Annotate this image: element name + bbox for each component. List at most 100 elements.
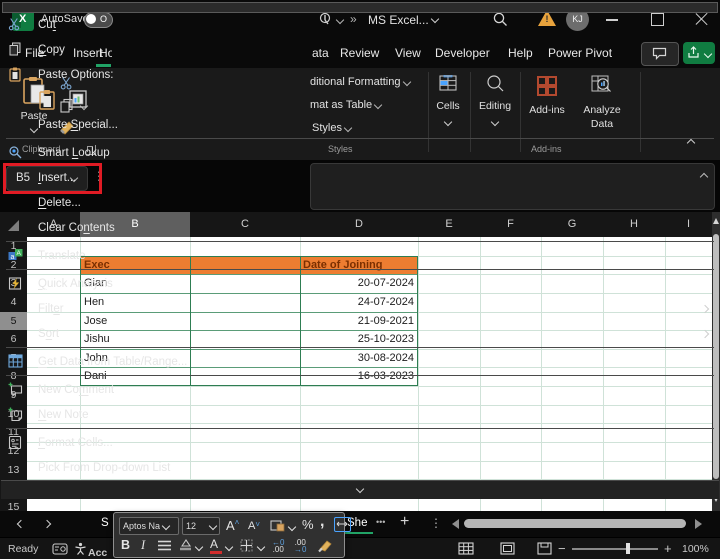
bold-button[interactable]: B — [121, 538, 130, 552]
menu-item-label: Delete... — [38, 197, 81, 209]
menu-item-label: Insert... — [38, 172, 76, 184]
zoom-level[interactable]: 100% — [682, 543, 709, 555]
brush-icon[interactable] — [318, 538, 334, 553]
hscroll-left-icon[interactable] — [452, 519, 459, 529]
menu-item-delete[interactable]: Delete... — [0, 190, 720, 215]
macro-record-icon[interactable] — [52, 543, 68, 555]
font-color-button[interactable]: A — [210, 537, 222, 554]
next-sheet-icon[interactable] — [43, 520, 51, 528]
menu-scroll-down-button[interactable] — [1, 480, 719, 499]
status-bar: Ready Acc − + 100% — [0, 537, 720, 559]
format-painter-mini-icon[interactable] — [270, 519, 285, 532]
normal-view-button[interactable] — [458, 542, 474, 555]
page-layout-view-button[interactable] — [500, 542, 515, 555]
menu-item-label: Quick Analysis — [38, 278, 113, 290]
font-name-select[interactable]: Aptos Na — [119, 517, 179, 535]
italic-button[interactable]: I — [141, 538, 145, 553]
zoom-out-button[interactable]: − — [558, 541, 566, 556]
menu-item-label: Pick From Drop-down List — [38, 462, 170, 474]
fill-color-button[interactable] — [178, 538, 193, 552]
submenu-arrow-icon — [702, 303, 708, 315]
format-cells-icon — [8, 435, 23, 450]
autofit-button[interactable] — [334, 517, 351, 532]
menu-item-paste-options[interactable]: Paste Options: — [0, 62, 720, 87]
menu-item-quick-analysis[interactable]: Quick Analysis — [0, 271, 720, 296]
clipboard-icon — [8, 67, 23, 82]
font-size-value: 12 — [186, 521, 196, 531]
paste-keep-source-button[interactable] — [38, 89, 58, 110]
new-sheet-button[interactable]: + — [400, 513, 409, 531]
menu-item-label: Paste Options: — [38, 69, 113, 81]
menu-item-label: Format Cells... — [38, 437, 113, 449]
excel-window: X AutoSave O » MS Excel... ! KJ FileInse… — [0, 0, 720, 559]
font-size-select[interactable]: 12 — [182, 517, 220, 535]
translate-icon: aA — [8, 248, 23, 263]
hscroll-right-icon[interactable] — [695, 519, 702, 529]
shrink-font-button[interactable]: A˅ — [248, 520, 260, 532]
menu-item-paste-special[interactable]: Paste Special... — [0, 112, 720, 137]
decrease-decimal-button[interactable]: .00→0 — [294, 539, 306, 553]
menu-item-sort[interactable]: Sort — [0, 321, 720, 346]
horizontal-scroll-thumb[interactable] — [464, 519, 686, 528]
sheet-tab-bar: S She ••• + ⋮ — [0, 511, 720, 537]
svg-text:A: A — [17, 250, 22, 257]
menu-item-label: Smart Lookup — [38, 147, 110, 159]
quick-analysis-icon — [8, 276, 23, 291]
menu-item-label: New Comment — [38, 384, 114, 396]
font-name-chevron-icon — [162, 522, 170, 530]
menu-item-label: Paste Special... — [38, 119, 118, 131]
font-color-chevron-icon[interactable] — [225, 543, 233, 551]
mini-toolbar: Aptos Na 12 A˄ A˅ % , B I A — [113, 512, 345, 558]
status-mode: Ready — [8, 543, 38, 555]
zoom-slider-thumb[interactable] — [626, 543, 630, 554]
accessibility-icon[interactable] — [74, 542, 87, 555]
menu-item-pick-from-drop-down-list[interactable]: Pick From Drop-down List — [0, 455, 720, 480]
prev-sheet-icon[interactable] — [17, 520, 25, 528]
zoom-slider-track[interactable] — [572, 548, 658, 550]
menu-item-label: New Note — [38, 409, 89, 421]
accessibility-label: Acc — [88, 543, 113, 559]
font-size-chevron-icon — [209, 522, 217, 530]
copy-icon — [8, 42, 23, 57]
grow-font-button[interactable]: A˄ — [226, 518, 239, 533]
menu-item-smart-lookup[interactable]: Smart Lookup — [0, 140, 720, 165]
font-name-value: Aptos Na — [123, 521, 160, 531]
menu-item-new-note[interactable]: New Note — [0, 402, 720, 427]
comma-style-button[interactable]: , — [320, 513, 324, 531]
menu-item-label: Get Data from Table/Range... — [38, 356, 187, 368]
paste-picture-button[interactable] — [68, 89, 88, 110]
menu-item-new-comment[interactable]: New Comment — [0, 377, 720, 402]
get-data-icon — [8, 354, 23, 369]
menu-item-filter[interactable]: Filter — [0, 296, 720, 321]
new-comment-icon — [8, 382, 23, 397]
menu-item-copy[interactable]: Copy — [0, 37, 720, 62]
menu-item-label: Filter — [38, 303, 64, 315]
menu-item-label: Clear Contents — [38, 222, 115, 234]
menu-item-label: Translate — [38, 250, 86, 262]
more-sheets-button[interactable]: ••• — [376, 517, 385, 527]
format-painter-chevron-icon[interactable] — [288, 523, 296, 531]
menu-item-format-cells[interactable]: Format Cells... — [0, 430, 720, 455]
borders-lines-icon[interactable] — [158, 540, 171, 551]
zoom-in-button[interactable]: + — [664, 541, 672, 556]
sheet-tab-fragment-left[interactable]: S — [101, 517, 109, 529]
new-note-icon — [8, 407, 23, 422]
page-break-view-button[interactable] — [537, 542, 552, 555]
borders-chevron-icon[interactable] — [257, 543, 265, 551]
smart-lookup-icon — [8, 145, 23, 160]
percent-style-button[interactable]: % — [302, 517, 314, 532]
active-sheet-underline — [345, 532, 373, 534]
fill-color-chevron-icon[interactable] — [195, 543, 203, 551]
tabbar-options-icon[interactable]: ⋮ — [430, 516, 442, 530]
menu-item-clear-contents[interactable]: Clear Contents — [0, 215, 720, 240]
svg-text:a: a — [11, 254, 15, 261]
menu-item-insert[interactable]: Insert... — [0, 165, 720, 190]
row-header-15[interactable]: 15 — [0, 498, 27, 511]
increase-decimal-button[interactable]: ←0.00 — [272, 539, 284, 553]
menu-item-translate[interactable]: aA Translate — [0, 243, 720, 268]
menu-item-get-data-from-table-range[interactable]: Get Data from Table/Range... — [0, 349, 720, 374]
paste-options-icons-row — [0, 87, 720, 112]
menu-item-cut[interactable]: Cut — [0, 12, 720, 37]
borders-button[interactable] — [240, 539, 253, 552]
menu-item-label: Cut — [38, 19, 56, 31]
